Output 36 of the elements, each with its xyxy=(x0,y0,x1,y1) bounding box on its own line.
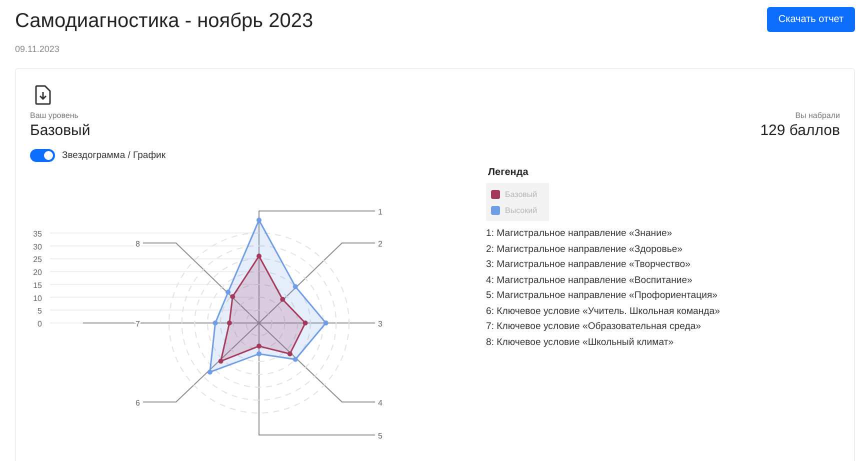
document-download-icon[interactable] xyxy=(35,85,51,105)
scale-label: 25 xyxy=(33,255,42,264)
legend-title: Легенда xyxy=(488,167,528,178)
legend-item: 3: Магистральное направление «Творчество» xyxy=(486,258,690,272)
toggle-switch[interactable] xyxy=(30,149,55,162)
legend-item: 8: Ключевое условие «Школьный климат» xyxy=(486,336,674,350)
score-label: Вы набрали xyxy=(795,111,840,120)
axis-label: 5 xyxy=(378,432,382,440)
scale-label: 0 xyxy=(38,320,42,328)
axis-label: 8 xyxy=(136,240,140,248)
legend-item: 6: Ключевое условие «Учитель. Школьная команда» xyxy=(486,304,720,318)
level-label: Ваш уровень xyxy=(30,111,78,120)
legend-item: 1: Магистральное направление «Знание» xyxy=(486,227,672,241)
axis-label: 1 xyxy=(378,208,382,216)
axis-label: 4 xyxy=(378,398,382,408)
scale-label: 10 xyxy=(33,294,42,303)
scale-label: 15 xyxy=(33,280,42,290)
legend-item: 2: Магистральное направление «Здоровье» xyxy=(486,242,683,256)
legend-item: 7: Ключевое условие «Образовательная среда» xyxy=(486,320,701,334)
scale-label: 30 xyxy=(33,242,42,252)
axis-label: 2 xyxy=(378,240,382,248)
download-button[interactable]: Скачать отчет xyxy=(767,7,855,32)
axis-label: 3 xyxy=(378,320,382,328)
axis-label: 6 xyxy=(136,398,140,408)
page-title: Самодиагностика - ноябрь 2023 xyxy=(15,9,314,33)
score-value: 129 баллов xyxy=(760,122,840,139)
legend-item: 5: Магистральное направление «Профориентация» xyxy=(486,289,718,303)
legend-label: Базовый xyxy=(505,190,538,198)
legend-item: 4: Магистральное направление «Воспитание» xyxy=(486,274,692,288)
scale-label: 35 xyxy=(33,230,42,238)
legend-label: Высокий xyxy=(505,206,538,214)
scale-label: 5 xyxy=(38,306,42,316)
scale-label: 20 xyxy=(33,268,42,278)
level-value: Базовый xyxy=(30,122,90,139)
report-date: 09.11.2023 xyxy=(15,44,60,54)
toggle-label: Звездограмма / График xyxy=(62,150,166,161)
